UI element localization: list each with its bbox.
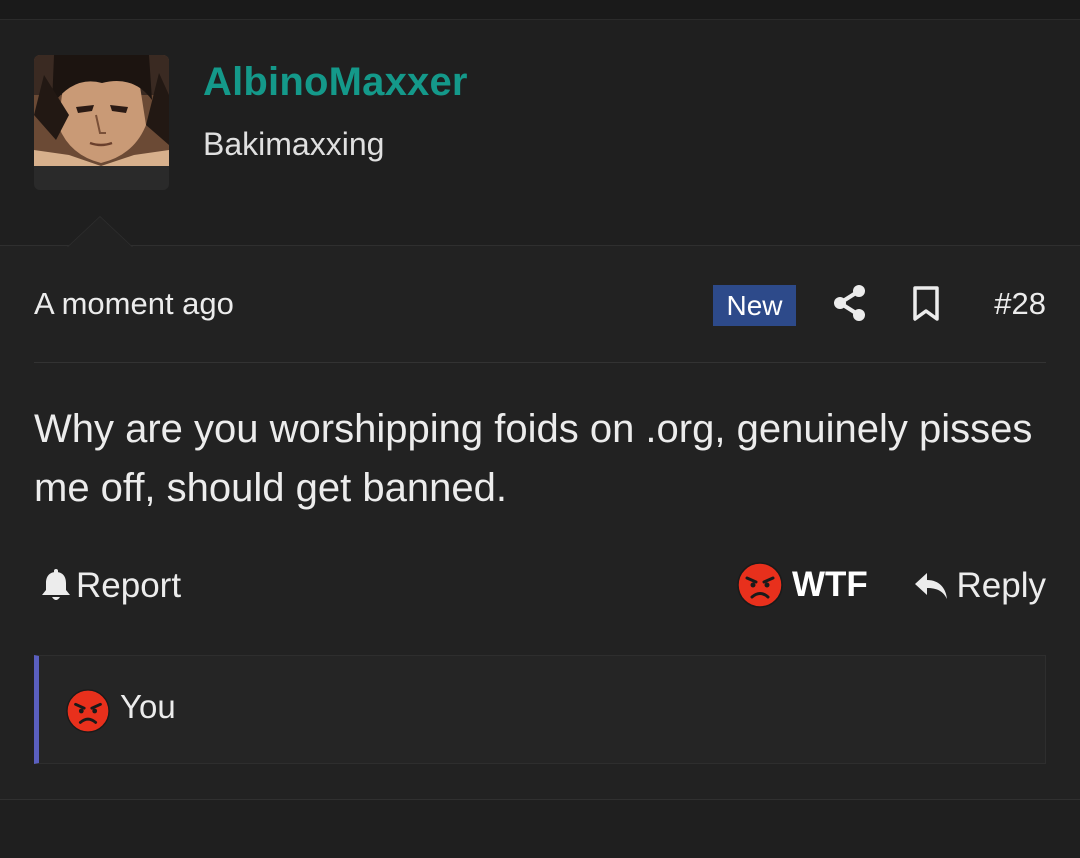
bell-icon xyxy=(42,569,70,600)
wtf-label: WTF xyxy=(792,565,868,604)
reactions-bar[interactable]: You xyxy=(34,655,1046,764)
reply-label: Reply xyxy=(956,566,1046,605)
reply-button[interactable]: Reply xyxy=(913,564,1046,608)
new-badge: New xyxy=(713,285,796,326)
share-icon[interactable] xyxy=(833,284,867,322)
meta-divider xyxy=(34,362,1046,363)
avatar[interactable] xyxy=(34,55,169,190)
report-button[interactable]: Report xyxy=(40,564,181,608)
avatar-image xyxy=(34,55,169,166)
message-pointer xyxy=(68,217,132,247)
post-number-link[interactable]: #28 xyxy=(994,286,1046,322)
username-link[interactable]: AlbinoMaxxer xyxy=(203,60,468,105)
user-title: Bakimaxxing xyxy=(203,126,385,162)
bookmark-icon[interactable] xyxy=(912,286,940,322)
post-meta-row: A moment ago New #28 xyxy=(34,282,1046,332)
wtf-reaction-button[interactable]: WTF xyxy=(737,562,868,608)
top-strip xyxy=(0,0,1080,20)
post: AlbinoMaxxer Bakimaxxing A moment ago Ne… xyxy=(0,20,1080,800)
post-message: Why are you worshipping foids on .org, g… xyxy=(34,407,1033,510)
post-actions-row: Report WTF Reply xyxy=(34,560,1046,610)
reply-arrow-icon xyxy=(914,573,947,599)
angry-face-icon xyxy=(737,562,783,608)
user-block: AlbinoMaxxer Bakimaxxing xyxy=(0,20,1080,247)
angry-face-icon xyxy=(66,689,110,733)
reaction-by-label[interactable]: You xyxy=(120,688,176,726)
post-bottom-separator xyxy=(0,799,1080,800)
report-label: Report xyxy=(76,566,182,605)
post-timestamp[interactable]: A moment ago xyxy=(34,286,234,322)
